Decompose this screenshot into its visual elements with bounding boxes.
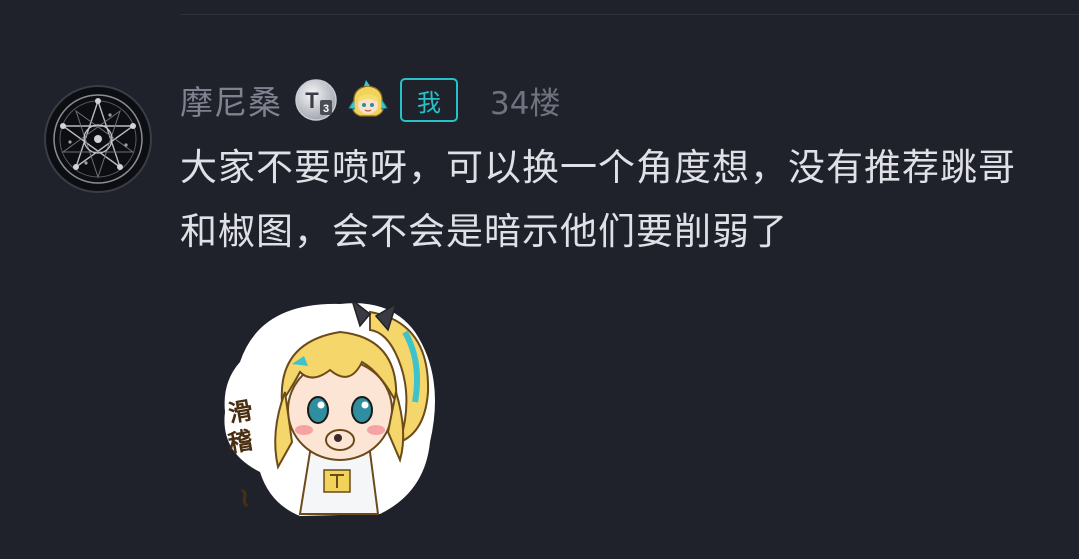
floor-number: 34楼	[490, 85, 561, 122]
chibi-mascot-badge-icon	[348, 80, 388, 117]
username[interactable]: 摩尼桑	[180, 76, 282, 124]
sticker-caption-3: ~	[227, 483, 264, 512]
user-avatar[interactable]	[44, 85, 152, 193]
sticker-caption-1: 滑	[226, 396, 254, 428]
top-divider	[180, 14, 1079, 15]
level-t3-badge-icon: T 3	[295, 79, 337, 121]
comment-page: 摩尼桑 T 3 我 34楼 大家不要喷呀，可以换一个角度想，没有推荐跳哥和椒图，…	[0, 0, 1079, 559]
comment-header: 摩尼桑 T 3 我 34楼	[180, 72, 560, 128]
me-tag: 我	[400, 78, 458, 122]
pentagram-avatar-icon	[53, 94, 143, 184]
level-badge-number: 3	[323, 103, 329, 115]
sticker-caption-2: 稽	[226, 426, 254, 458]
level-badge-letter: T	[305, 88, 319, 113]
comment-text: 大家不要喷呀，可以换一个角度想，没有推荐跳哥和椒图，会不会是暗示他们要削弱了	[180, 146, 1016, 253]
chibi-girl-sticker[interactable]: 滑 稽 ~	[200, 292, 450, 522]
